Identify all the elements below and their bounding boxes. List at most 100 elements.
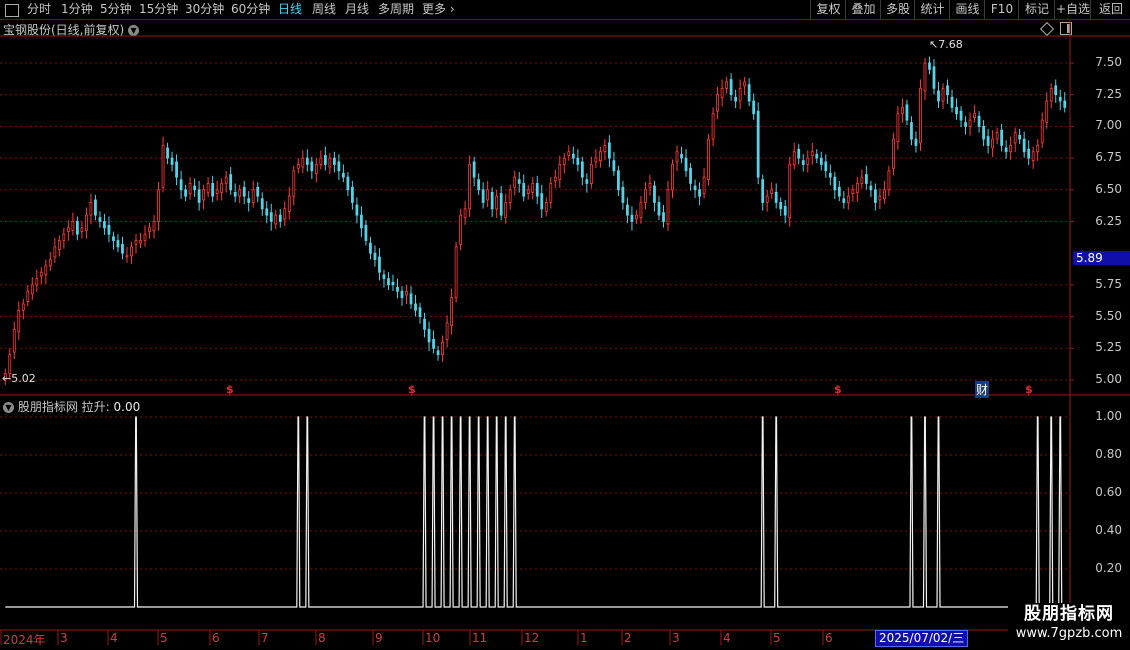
candlestick[interactable] — [716, 87, 719, 120]
candlestick[interactable] — [89, 193, 93, 225]
candlestick[interactable] — [779, 197, 783, 216]
candlestick[interactable] — [594, 149, 598, 168]
candlestick[interactable] — [995, 127, 999, 145]
candlestick[interactable] — [896, 106, 900, 150]
candlestick[interactable] — [1054, 79, 1058, 103]
candlestick[interactable] — [139, 232, 142, 249]
candlestick[interactable] — [251, 180, 255, 208]
candlestick[interactable] — [427, 321, 431, 352]
candlestick[interactable] — [833, 172, 837, 199]
candlestick[interactable] — [941, 83, 945, 110]
candlestick[interactable] — [1018, 128, 1022, 145]
candlestick[interactable] — [477, 173, 481, 195]
candlestick[interactable] — [184, 184, 187, 202]
candlestick[interactable] — [481, 182, 485, 209]
candlestick[interactable] — [747, 78, 751, 107]
candlestick[interactable] — [116, 234, 120, 252]
candlestick[interactable] — [928, 56, 931, 75]
candlestick[interactable] — [364, 220, 368, 246]
candlestick[interactable] — [693, 179, 697, 198]
candlestick[interactable] — [450, 288, 453, 335]
candlestick[interactable] — [220, 178, 224, 201]
candlestick[interactable] — [459, 208, 463, 251]
candlestick[interactable] — [815, 149, 819, 164]
candlestick[interactable] — [378, 248, 381, 281]
candlestick[interactable] — [21, 298, 25, 320]
candlestick[interactable] — [1045, 92, 1049, 129]
candlestick[interactable] — [274, 210, 278, 230]
candlestick[interactable] — [860, 169, 864, 189]
candlestick[interactable] — [657, 196, 661, 221]
candlestick[interactable] — [662, 205, 665, 228]
candlestick[interactable] — [973, 104, 976, 123]
candlestick[interactable] — [35, 269, 39, 293]
candlestick[interactable] — [409, 286, 413, 309]
candlestick[interactable] — [707, 134, 710, 186]
candlestick[interactable] — [148, 222, 151, 239]
candlestick[interactable] — [508, 184, 512, 210]
candlestick[interactable] — [66, 220, 70, 241]
candlestick[interactable] — [702, 168, 706, 199]
candlestick[interactable] — [955, 98, 958, 120]
candlestick[interactable] — [738, 79, 742, 110]
candlestick[interactable] — [1049, 83, 1053, 109]
candlestick[interactable] — [369, 236, 372, 260]
candlestick[interactable] — [571, 146, 575, 165]
candlestick[interactable] — [562, 153, 566, 174]
candlestick[interactable] — [278, 208, 282, 228]
candlestick[interactable] — [112, 231, 115, 250]
candlestick[interactable] — [260, 192, 264, 216]
candlestick[interactable] — [639, 196, 643, 224]
candlestick[interactable] — [328, 153, 332, 175]
candlestick[interactable] — [598, 146, 602, 168]
candlestick[interactable] — [296, 158, 300, 174]
candlestick[interactable] — [468, 155, 472, 217]
candlestick[interactable] — [544, 197, 548, 217]
candlestick[interactable] — [1027, 140, 1031, 166]
candlestick[interactable] — [170, 151, 174, 172]
candlestick[interactable] — [71, 212, 75, 236]
candlestick[interactable] — [490, 187, 494, 217]
candlestick[interactable] — [630, 206, 634, 231]
candlestick[interactable] — [337, 154, 341, 180]
candlestick[interactable] — [522, 174, 526, 202]
candlestick[interactable] — [391, 274, 395, 291]
signal-marker[interactable]: $ — [408, 383, 416, 396]
candlestick[interactable] — [197, 180, 201, 211]
candlestick[interactable] — [373, 245, 377, 267]
candlestick[interactable] — [215, 180, 219, 201]
candlestick[interactable] — [387, 272, 390, 290]
candlestick[interactable] — [950, 89, 954, 113]
candlestick[interactable] — [901, 98, 904, 123]
candlestick[interactable] — [283, 201, 287, 227]
candlestick[interactable] — [729, 73, 733, 101]
candlestick[interactable] — [193, 178, 197, 197]
candlestick[interactable] — [400, 286, 404, 306]
candlestick[interactable] — [806, 150, 810, 173]
candlestick[interactable] — [603, 139, 607, 160]
candlestick[interactable] — [689, 163, 692, 191]
candlestick[interactable] — [287, 187, 291, 220]
candlestick[interactable] — [48, 251, 52, 271]
candlestick[interactable] — [752, 93, 756, 120]
candlestick[interactable] — [788, 156, 792, 227]
candlestick[interactable] — [382, 269, 386, 288]
candlestick[interactable] — [418, 302, 422, 324]
candlestick[interactable] — [684, 149, 688, 177]
candlestick[interactable] — [892, 132, 895, 176]
candlestick[interactable] — [968, 112, 972, 136]
candlestick[interactable] — [143, 225, 147, 247]
candlestick[interactable] — [910, 116, 913, 146]
candlestick[interactable] — [837, 180, 841, 202]
candlestick[interactable] — [436, 345, 440, 361]
candlestick[interactable] — [125, 246, 129, 263]
candlestick[interactable] — [558, 155, 562, 188]
candlestick[interactable] — [44, 259, 48, 284]
candlestick[interactable] — [396, 278, 399, 299]
candlestick[interactable] — [797, 144, 801, 165]
candlestick[interactable] — [152, 215, 156, 239]
candlestick[interactable] — [445, 315, 449, 348]
candlestick[interactable] — [626, 197, 629, 224]
candlestick[interactable] — [553, 169, 557, 189]
candlestick[interactable] — [351, 180, 354, 210]
